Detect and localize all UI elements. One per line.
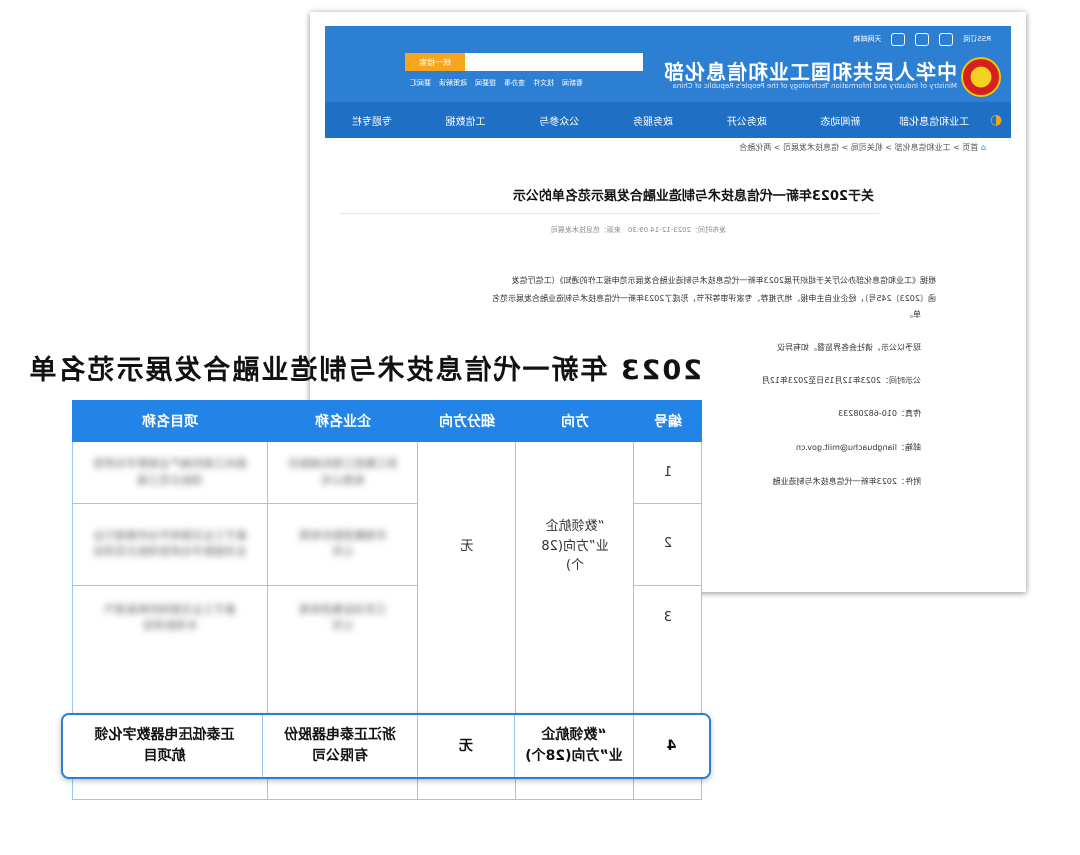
table-title: 2023 年新一代信息技术与制造业融合发展示范名单: [27, 355, 702, 386]
nav-item[interactable]: 公众参与: [512, 113, 606, 128]
project-name-blurred: 基于工业互联网平台的铸造行业全流程数字化转型领航示范项目: [93, 528, 247, 559]
article-paragraph: 单。: [905, 310, 921, 319]
row-no: 1: [663, 464, 673, 480]
grid-line: [72, 799, 702, 800]
row-no: 3: [663, 610, 673, 626]
header-company: 企业名称: [315, 414, 371, 430]
site-title: 中华人民共和国工业和信息化部: [663, 60, 957, 84]
article-line: 现予以公示，请社会各界监督。如有异议: [777, 343, 921, 352]
row-no: 4: [666, 737, 677, 754]
article-line: 附件：2023年新一代信息技术与制造业融: [772, 477, 921, 486]
project-name-blurred: 基于工业互联网的新能源汽车领航项目: [104, 602, 236, 633]
mirrored-scene: RSS订阅 天网邮箱 中华人民共和国工业和信息化部 Ministry of In…: [0, 0, 1080, 855]
article-title: 关于2023年新一代信息技术与制造业融合发展示范名单的公示: [512, 189, 874, 204]
company-name-blurred: 天瑞集团股份有限公司: [299, 528, 387, 559]
row-project: 正泰低压电器数字化领航项目: [94, 727, 235, 764]
main-nav: ◐ 工业和信息化部 新闻动态 政务公开 政务服务 公众参与 工信数据 专题专栏: [325, 102, 1011, 138]
breadcrumb: ⌂ 首页 > 工业和信息化部 > 机关司局 > 信息技术发展司 > 两化融合: [739, 142, 986, 153]
header-sub-direction: 细分方向: [439, 414, 495, 430]
article-paragraph: 函〔2023〕245号），经企业自主申报、地方推荐、专家评审等环节，形成了202…: [492, 294, 936, 303]
site-search-input[interactable]: [465, 53, 643, 71]
search-button[interactable]: 统一搜索: [405, 53, 465, 71]
nav-item[interactable]: 新闻动态: [794, 113, 888, 128]
nav-item[interactable]: 专题专栏: [325, 113, 419, 128]
breadcrumb-text[interactable]: 首页 > 工业和信息化部 > 机关司局 > 信息技术发展司 > 两化融合: [739, 143, 978, 152]
quick-link[interactable]: 查办事: [504, 78, 525, 88]
nav-item[interactable]: 工业和信息化部: [887, 113, 981, 128]
mail-icon[interactable]: [939, 32, 954, 46]
grid-line: [417, 715, 418, 777]
header-no: 编号: [654, 414, 682, 430]
mobile-icon[interactable]: [915, 32, 930, 46]
home-icon[interactable]: ⌂: [981, 143, 986, 152]
project-name-blurred: 面向工程机械产业链数字化转型领航示范工程: [93, 457, 247, 487]
site-subtitle: Ministry of Industry and Information Tec…: [672, 82, 957, 90]
article-line: 邮箱：liangbuachu@miit.gov.cn: [795, 443, 921, 452]
article-paragraph: 根据《工业和信息化部办公厅关于组织开展2023年新一代信息技术与制造业融合发展示…: [511, 276, 936, 285]
row-no: 2: [663, 536, 673, 552]
nav-item[interactable]: 政务公开: [700, 113, 794, 128]
merged-sub-direction: 无: [460, 538, 474, 554]
highlighted-row[interactable]: 4 “数领航企业”方向(28个) 无 浙江正泰电器股份有限公司 正泰低压电器数字…: [61, 713, 711, 779]
demo-list-card: 2023 年新一代信息技术与制造业融合发展示范名单 编号 方向 细分方向 企业名…: [27, 340, 711, 810]
header-project: 项目名称: [142, 414, 198, 430]
article-line: 传真：010-68208233: [838, 409, 921, 418]
home-icon[interactable]: ◐: [981, 112, 1011, 128]
merged-direction: “数领航企业”方向(28个): [541, 519, 609, 574]
demo-list-table: 编号 方向 细分方向 企业名称 项目名称 1 2 3 5: [61, 400, 711, 800]
row-direction: “数领航企业”方向(28个): [525, 727, 623, 764]
site-header: RSS订阅 天网邮箱 中华人民共和国工业和信息化部 Ministry of In…: [325, 26, 1011, 138]
table-header: 编号 方向 细分方向 企业名称 项目名称: [72, 400, 702, 442]
quick-link[interactable]: 要闻汇: [410, 78, 431, 88]
quick-link[interactable]: 看新闻: [562, 78, 583, 88]
quick-link[interactable]: 政策解读: [439, 78, 467, 88]
top-toolbar: RSS订阅 天网邮箱: [305, 26, 1011, 52]
weibo-icon[interactable]: [891, 32, 906, 46]
company-name-blurred: 浙江集团工程机械股份有限公司: [288, 457, 398, 487]
grid-line: [514, 715, 515, 777]
nav-item[interactable]: 政务服务: [606, 113, 700, 128]
grid-line: [633, 715, 634, 777]
article-meta: 发布时间：2023-12-14 09:30 来源：信息技术发展司: [550, 226, 726, 234]
header-direction: 方向: [561, 414, 589, 430]
row-sub-direction: 无: [459, 737, 473, 754]
national-emblem-icon: [961, 57, 1001, 97]
article-line: 公示时间：2023年12月15日至2023年12月: [761, 376, 921, 385]
grid-line: [262, 715, 263, 777]
quick-link[interactable]: 提要闻: [475, 78, 496, 88]
company-name-blurred: 江苏汤臣集团有限公司: [299, 602, 387, 633]
nav-item[interactable]: 工信数据: [419, 113, 513, 128]
rss-link[interactable]: RSS订阅: [963, 34, 991, 44]
quick-links: 看新闻 找文件 查办事 提要闻 政策解读 要闻汇: [410, 78, 583, 88]
quick-link[interactable]: 找文件: [533, 78, 554, 88]
divider: [339, 213, 879, 214]
tianwang-mail-link[interactable]: 天网邮箱: [853, 34, 881, 44]
row-company: 浙江正泰电器股份有限公司: [284, 727, 396, 764]
